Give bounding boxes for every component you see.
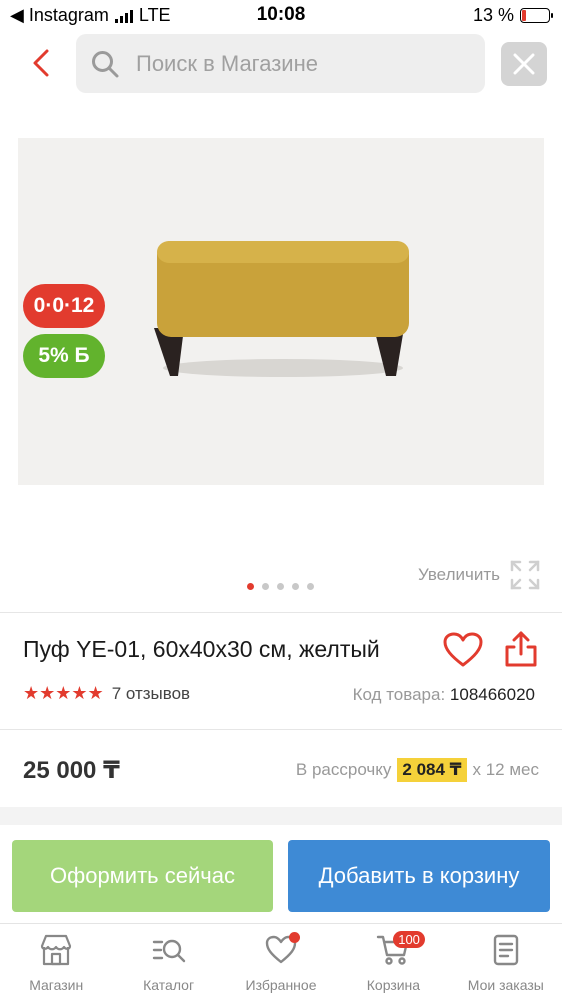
product-code-value: 108466020 xyxy=(449,685,535,704)
heart-icon xyxy=(443,632,483,667)
tab-label: Каталог xyxy=(143,977,195,993)
search-bar[interactable] xyxy=(76,34,485,93)
tab-catalog[interactable]: Каталог xyxy=(112,924,224,999)
bottom-tab-bar: Магазин Каталог Избранное 100 Корзина Мо… xyxy=(0,923,562,999)
bonus-badge: 5% Б xyxy=(23,334,105,378)
section-separator xyxy=(0,807,562,825)
expand-icon xyxy=(510,560,540,590)
notification-dot xyxy=(288,932,300,943)
product-code: Код товара: 108466020 xyxy=(353,685,535,705)
product-title: Пуф YE-01, 60x40x30 см, желтый xyxy=(23,636,380,662)
tab-favorites[interactable]: Избранное xyxy=(225,924,337,999)
installment-suffix: x 12 мес xyxy=(472,760,540,779)
battery-icon xyxy=(520,8,553,23)
installment-amount: 2 084 ₸ xyxy=(397,758,467,782)
tab-label: Корзина xyxy=(366,977,421,993)
zoom-label: Увеличить xyxy=(418,565,500,584)
gallery-dot[interactable] xyxy=(247,583,254,590)
search-icon xyxy=(92,50,119,77)
back-button[interactable] xyxy=(28,48,54,78)
battery-percent: 13 % xyxy=(472,5,514,25)
tab-label: Избранное xyxy=(245,977,317,993)
gallery-dot[interactable] xyxy=(277,583,284,590)
product-price: 25 000 ₸ xyxy=(23,757,120,784)
rating-row: ★★★★★ 7 отзывов xyxy=(23,683,190,704)
tab-store[interactable]: Магазин xyxy=(0,924,112,999)
close-icon xyxy=(513,53,535,75)
cart-count-badge: 100 xyxy=(393,931,425,948)
buy-now-button[interactable]: Оформить сейчас xyxy=(12,840,273,912)
store-icon xyxy=(41,934,72,966)
close-button[interactable] xyxy=(501,42,547,86)
rating-stars: ★★★★★ xyxy=(23,683,104,703)
favorite-button[interactable] xyxy=(443,632,483,668)
gallery-dot[interactable] xyxy=(292,583,299,590)
installment-prefix: В рассрочку xyxy=(295,760,392,779)
gallery-dots xyxy=(247,583,314,590)
tab-cart[interactable]: 100 Корзина xyxy=(337,924,449,999)
status-right: 13 % xyxy=(472,5,553,26)
installment-info: В рассрочку 2 084 ₸ x 12 мес xyxy=(296,758,539,782)
tab-label: Мои заказы xyxy=(467,977,544,993)
reviews-link[interactable]: 7 отзывов xyxy=(112,684,190,704)
chevron-left-icon xyxy=(33,49,49,77)
share-icon xyxy=(505,631,537,667)
gallery-dot[interactable] xyxy=(307,583,314,590)
gallery-dot[interactable] xyxy=(262,583,269,590)
tab-label: Магазин xyxy=(29,977,84,993)
tab-orders[interactable]: Мои заказы xyxy=(450,924,562,999)
add-to-cart-button[interactable]: Добавить в корзину xyxy=(288,840,550,912)
divider xyxy=(0,612,562,613)
status-bar: ◀ Instagram LTE 10:08 13 % xyxy=(0,0,562,30)
share-button[interactable] xyxy=(504,630,538,668)
catalog-search-icon xyxy=(152,939,185,963)
search-input[interactable] xyxy=(136,50,466,77)
divider xyxy=(0,729,562,730)
zoom-button[interactable]: Увеличить xyxy=(418,560,540,590)
installment-badge: 0·0·12 xyxy=(23,284,105,328)
orders-icon xyxy=(493,934,519,966)
product-code-label: Код товара: xyxy=(352,685,446,704)
